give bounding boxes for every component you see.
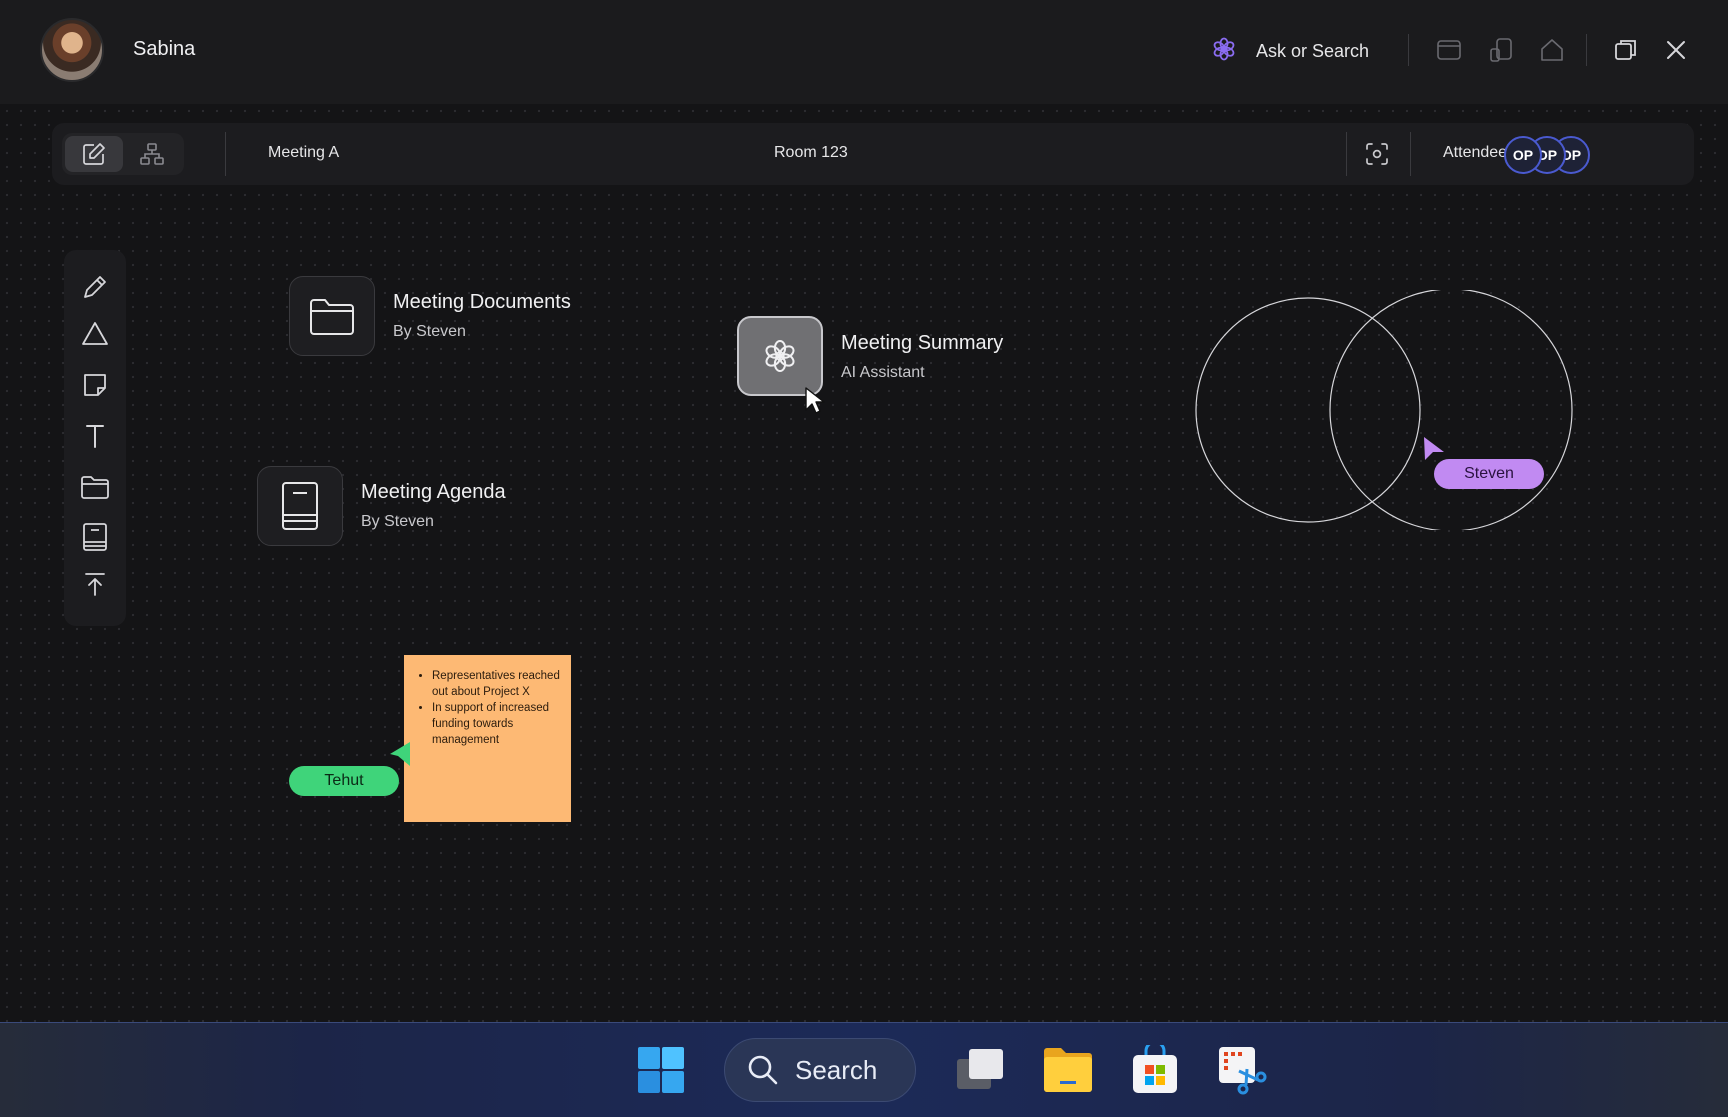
avatar[interactable]	[40, 18, 104, 82]
divider	[1408, 34, 1409, 66]
search-icon	[748, 1055, 778, 1085]
snipping-tool-icon[interactable]	[1217, 1045, 1267, 1095]
edit-mode-button[interactable]	[65, 136, 123, 172]
sticky-note-item: In support of increased funding towards …	[432, 700, 563, 748]
attendee-avatar[interactable]: OP	[1504, 136, 1542, 174]
taskbar: Search	[0, 1022, 1728, 1117]
venn-circle-left	[1195, 297, 1421, 523]
ai-flower-icon	[1210, 35, 1238, 68]
card-title[interactable]: Meeting Agenda	[361, 481, 506, 504]
edit-icon	[83, 143, 105, 165]
meeting-name[interactable]: Meeting A	[268, 144, 339, 162]
close-icon[interactable]	[1661, 35, 1691, 65]
divider	[1410, 132, 1411, 176]
triangle-shape-icon[interactable]	[77, 316, 113, 352]
upload-icon[interactable]	[77, 566, 113, 602]
pencil-icon[interactable]	[77, 269, 113, 305]
windows-start-icon[interactable]	[636, 1045, 686, 1095]
card-subtitle: AI Assistant	[841, 364, 925, 381]
venn-circle-right	[1329, 290, 1573, 530]
microsoft-store-icon[interactable]	[1130, 1040, 1180, 1095]
card-subtitle: By Steven	[393, 323, 466, 340]
card-title[interactable]: Meeting Documents	[393, 291, 571, 314]
cursor-label-tehut: Tehut	[289, 766, 399, 796]
meeting-agenda-tile[interactable]	[257, 466, 343, 546]
cursor-arrow-icon	[390, 742, 410, 766]
folder-icon	[310, 299, 354, 335]
sticky-note[interactable]: Representatives reached out about Projec…	[404, 655, 571, 822]
room-name: Room 123	[774, 144, 848, 161]
meeting-bar: Meeting A Room 123 Attendees OP OP OP	[52, 123, 1694, 185]
card-title[interactable]: Meeting Summary	[841, 332, 1003, 355]
screenshot-focus-icon[interactable]	[1362, 139, 1392, 169]
venn-diagram-shape[interactable]	[1180, 290, 1580, 530]
book-icon[interactable]	[77, 519, 113, 555]
devices-icon[interactable]	[1486, 35, 1516, 65]
cursor-label-steven: Steven	[1434, 459, 1544, 489]
meeting-documents-tile[interactable]	[289, 276, 375, 356]
file-explorer-icon[interactable]	[1042, 1045, 1092, 1095]
restore-window-icon[interactable]	[1611, 35, 1641, 65]
taskbar-search-label: Search	[795, 1054, 878, 1085]
card-subtitle: By Steven	[361, 513, 434, 530]
ask-or-search-label: Ask or Search	[1256, 40, 1370, 61]
book-icon	[282, 482, 318, 530]
divider	[1346, 132, 1347, 176]
drawing-toolbar	[64, 250, 126, 626]
calendar-icon[interactable]	[1434, 35, 1464, 65]
home-icon[interactable]	[1537, 35, 1567, 65]
title-bar: Sabina Ask or Search	[0, 0, 1728, 104]
hierarchy-icon	[140, 143, 164, 165]
sticky-note-icon[interactable]	[77, 367, 113, 403]
sticky-note-item: Representatives reached out about Projec…	[432, 668, 563, 700]
task-view-icon[interactable]	[955, 1045, 1005, 1095]
text-tool-icon[interactable]	[77, 418, 113, 454]
whiteboard-canvas[interactable]	[0, 104, 1728, 1022]
divider	[225, 132, 226, 176]
ask-or-search-button[interactable]: Ask or Search	[1210, 32, 1369, 70]
view-mode-toggle	[62, 133, 184, 175]
cursor-arrow-icon	[1424, 437, 1444, 460]
folder-icon[interactable]	[77, 469, 113, 505]
divider	[1586, 34, 1587, 66]
diagram-mode-button[interactable]	[123, 136, 181, 172]
ai-flower-icon	[765, 340, 795, 372]
mouse-pointer-icon	[805, 387, 825, 414]
taskbar-search[interactable]: Search	[724, 1038, 916, 1102]
user-name: Sabina	[133, 38, 196, 60]
meeting-summary-tile[interactable]	[737, 316, 823, 396]
